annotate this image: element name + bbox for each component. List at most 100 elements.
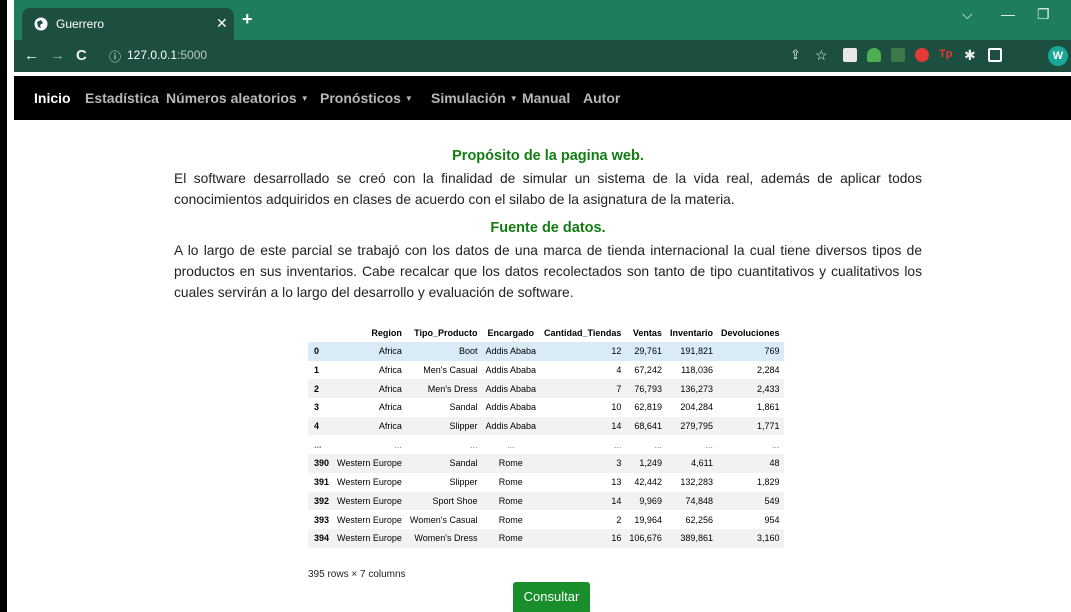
red-extension-icon[interactable] <box>915 48 929 62</box>
table-cell: 10 <box>611 402 622 413</box>
extension-icon[interactable] <box>843 48 857 62</box>
table-cell: ... <box>507 439 515 450</box>
table-cell: ... <box>771 439 780 450</box>
address-bar[interactable]: 127.0.0.1:5000 <box>127 48 207 62</box>
new-tab-icon[interactable]: + <box>242 9 253 30</box>
table-cell: 191,821 <box>665 342 717 361</box>
table-cell: 16 <box>540 528 626 548</box>
table-cell: Africa <box>378 365 402 376</box>
minimize-icon[interactable]: — <box>1001 6 1015 22</box>
table-cell: Western Europe <box>333 491 406 511</box>
nav-item-label: Estadística <box>85 90 159 106</box>
share-icon[interactable]: ⇪ <box>790 47 801 63</box>
nav-item-label: Simulación <box>431 90 506 106</box>
nav-item-numeros-aleatorios[interactable]: Números aleatorios ▼ <box>166 90 309 106</box>
table-cell: 136,273 <box>665 379 717 399</box>
tab-title: Guerrero <box>56 17 105 31</box>
table-cell: Western Europe <box>337 477 402 488</box>
table-row: 390 Western Europe Sandal Rome 3 1,249 4,611 48 <box>308 454 784 473</box>
table-cell: Western Europe <box>333 454 406 473</box>
row-index: 2 <box>308 379 334 399</box>
tab-strip: Guerrero ✕ + ⌵ — ❐ <box>14 0 1071 40</box>
table-cell: 769 <box>716 342 784 361</box>
side-panel-icon[interactable] <box>988 48 1002 62</box>
bookmark-star-icon[interactable]: ☆ <box>815 47 828 64</box>
table-cell: ... <box>394 439 402 450</box>
table-cell: 62,256 <box>685 514 713 525</box>
purpose-text: El software desarrollado se creó con la … <box>174 171 922 207</box>
column-header: Tipo_Producto <box>414 328 478 338</box>
table-cell: Africa <box>333 342 406 361</box>
nav-item-pronosticos[interactable]: Pronósticos ▼ <box>320 90 413 106</box>
table-cell: 2,284 <box>756 365 780 376</box>
column-header: Ventas <box>632 328 662 338</box>
table-dimensions: 395 rows × 7 columns <box>308 569 406 580</box>
puzzle-icon[interactable]: ✱ <box>964 47 976 64</box>
data-source-text: A lo largo de este parcial se trabajó co… <box>174 243 922 300</box>
table-cell: Addis Ababa <box>485 402 537 413</box>
browser-tab[interactable]: Guerrero ✕ <box>22 8 234 40</box>
column-header: Encargado <box>487 328 535 338</box>
table-cell: 74,848 <box>665 491 717 511</box>
data-source-heading: Fuente de datos. <box>490 220 606 236</box>
table-row: 0 Africa Boot Addis Ababa 12 29,761 191,821 769 <box>308 342 784 361</box>
nav-item-inicio[interactable]: Inicio <box>34 90 71 106</box>
table-cell: Rome <box>481 454 541 473</box>
table-cell: 19,964 <box>634 514 662 525</box>
table-cell: Western Europe <box>337 514 402 525</box>
table-cell: 14 <box>540 416 626 436</box>
table-cell: 1,771 <box>716 416 784 436</box>
nav-item-manual[interactable]: Manual <box>522 90 570 106</box>
dev-extension-icon[interactable] <box>891 48 905 62</box>
table-cell: Addis Ababa <box>481 416 541 436</box>
browser-toolbar: ← → C ⓘ 127.0.0.1:5000 ⇪ ☆ Tp ✱ W <box>14 40 1071 72</box>
table-cell: Addis Ababa <box>481 342 541 361</box>
table-cell: Boot <box>405 342 482 361</box>
tree-extension-icon[interactable] <box>867 48 881 62</box>
column-header: Cantidad_Tiendas <box>544 328 622 338</box>
nav-item-label: Manual <box>522 90 571 106</box>
table-cell: 14 <box>540 491 626 511</box>
row-index: 390 <box>308 454 334 473</box>
row-index: 391 <box>314 477 330 488</box>
profile-avatar[interactable]: W <box>1048 46 1068 66</box>
restore-icon[interactable]: ❐ <box>1037 6 1050 23</box>
forward-icon[interactable]: → <box>50 47 65 64</box>
row-index: 3 <box>314 402 320 413</box>
table-cell: 132,283 <box>680 477 713 488</box>
table-cell: 48 <box>716 454 784 473</box>
table-cell: 389,861 <box>665 528 717 548</box>
url-port: :5000 <box>177 48 208 62</box>
table-cell: 2 <box>616 514 622 525</box>
row-index: 394 <box>308 528 334 548</box>
table-cell: Men's Casual <box>423 365 478 376</box>
back-icon[interactable]: ← <box>24 47 39 64</box>
row-index: 392 <box>308 491 334 511</box>
table-cell: Men's Dress <box>405 379 482 399</box>
nav-item-simulacion[interactable]: Simulación ▼ <box>431 90 518 106</box>
column-header: Region <box>371 328 402 338</box>
row-index: ... <box>314 439 322 450</box>
table-cell: Africa <box>333 379 406 399</box>
table-cell: 9,969 <box>625 491 666 511</box>
table-cell: 204,284 <box>680 402 713 413</box>
caret-down-icon: ▼ <box>404 94 413 103</box>
url-host: 127.0.0.1 <box>127 48 178 62</box>
table-row: 1 Africa Men's Casual Addis Ababa 4 67,242 118… <box>308 361 784 380</box>
reload-icon[interactable]: C <box>76 47 87 64</box>
nav-item-estadistica[interactable]: Estadística <box>85 90 159 106</box>
table-cell: 42,442 <box>634 477 662 488</box>
tp-extension-icon[interactable]: Tp <box>939 48 953 62</box>
close-tab-icon[interactable]: ✕ <box>216 15 228 32</box>
table-cell: 118,036 <box>681 365 713 376</box>
table-header-row: Region Tipo_Producto Encargado Cantidad_… <box>308 324 784 342</box>
table-cell: Sport Shoe <box>405 491 482 511</box>
nav-item-autor[interactable]: Autor <box>583 90 620 106</box>
site-info-icon[interactable]: ⓘ <box>109 48 121 65</box>
table-cell: Women's Casual <box>409 514 478 525</box>
globe-icon <box>34 17 48 31</box>
table-row: 3 Africa Sandal Addis Ababa 10 62,819 204,284 1… <box>308 398 784 417</box>
tab-search-icon[interactable]: ⌵ <box>962 6 973 23</box>
column-header: Inventario <box>669 328 713 338</box>
consultar-button[interactable]: Consultar <box>513 582 590 612</box>
